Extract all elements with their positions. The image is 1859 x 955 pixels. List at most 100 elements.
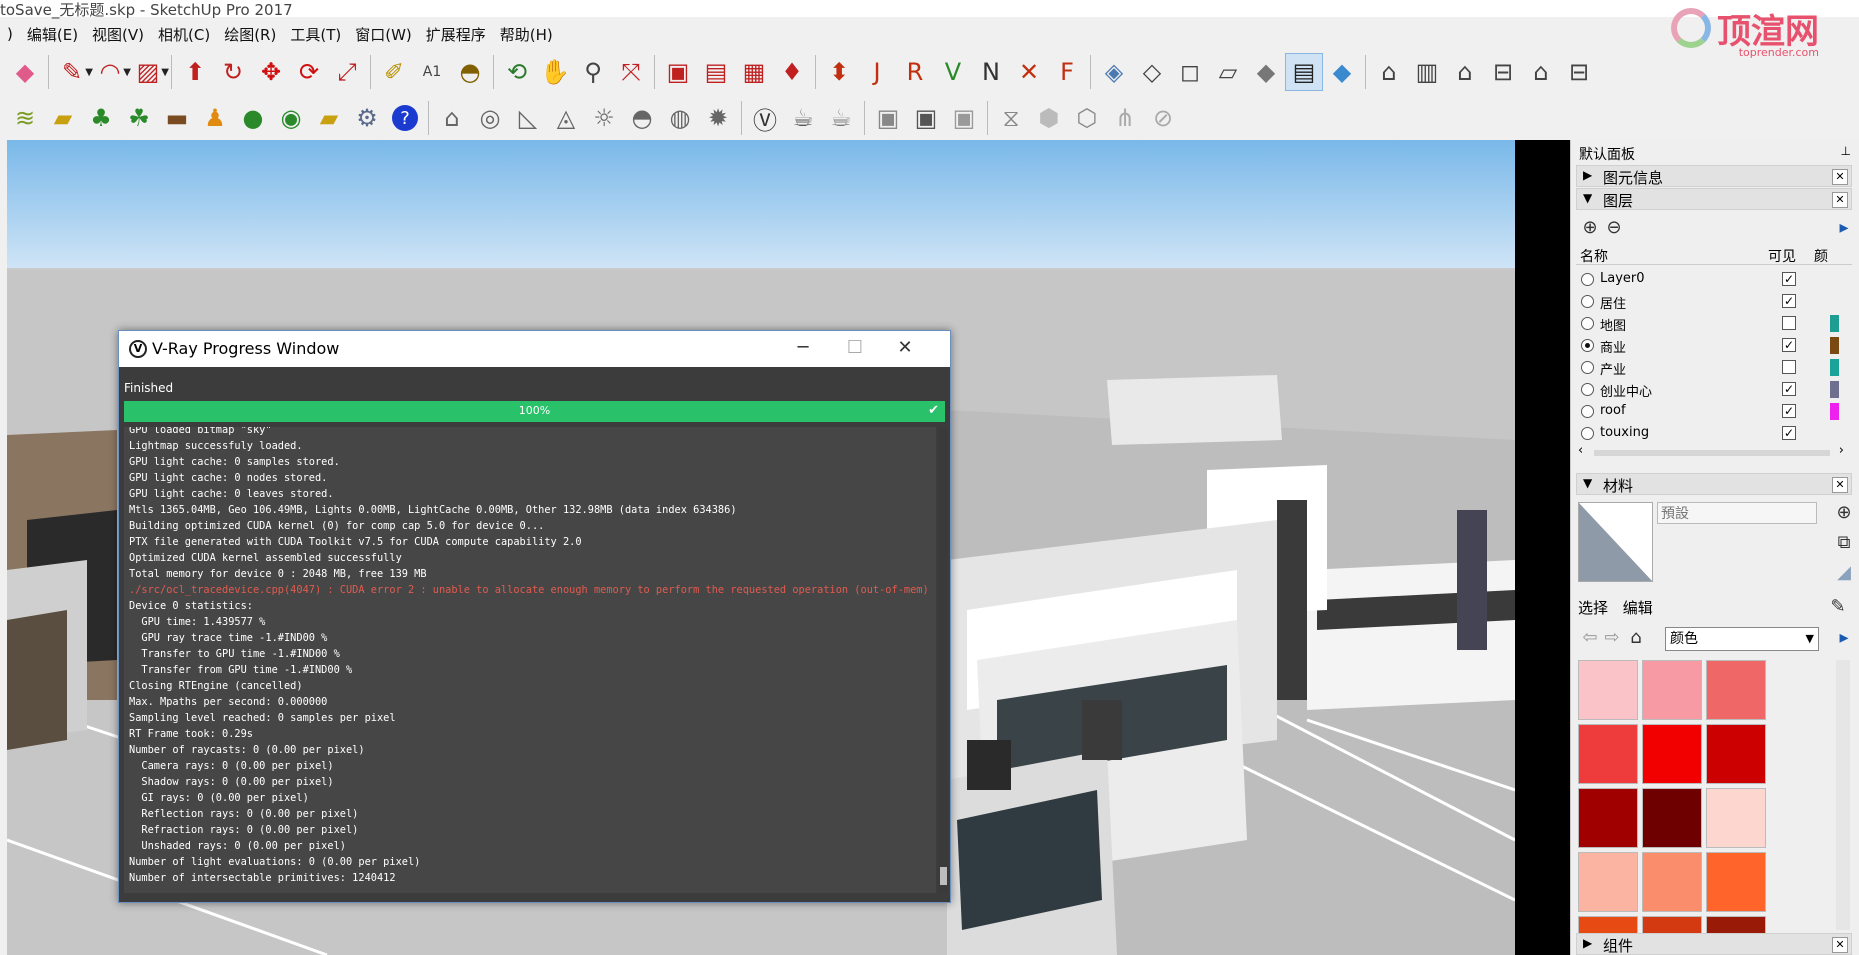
eraser-icon[interactable]: ◆ (6, 53, 44, 91)
material-swatch[interactable] (1578, 724, 1638, 784)
paint-bucket-icon[interactable]: ◓ (451, 53, 489, 91)
vray-material-icon[interactable]: ◎ (471, 99, 509, 137)
shaded-textures-icon[interactable]: ▤ (1285, 53, 1323, 91)
eyedropper-icon[interactable]: ✎ (1827, 596, 1849, 618)
menu-window[interactable]: 窗口(W) (348, 24, 419, 45)
vray-log[interactable]: GPU loaded bitmap "sky" Lightmap successf… (124, 427, 936, 893)
bench-icon[interactable]: ▬ (158, 99, 196, 137)
share-model-icon[interactable]: ▦ (735, 53, 773, 91)
forward-icon[interactable]: ⇨ (1601, 627, 1623, 649)
vray-proxy-icon[interactable]: ⬢ (1030, 99, 1068, 137)
remove-layer-icon[interactable]: ⊖ (1603, 217, 1625, 239)
add-layer-icon[interactable]: ⊕ (1579, 217, 1601, 239)
ruby-icon[interactable]: ♦ (773, 53, 811, 91)
vray-render-icon[interactable]: Ⓥ (746, 99, 784, 137)
material-swatch[interactable] (1706, 852, 1766, 912)
iso-view-icon[interactable]: ⌂ (1370, 53, 1408, 91)
right-view-icon[interactable]: ⊟ (1484, 53, 1522, 91)
model-info-icon[interactable]: ◉ (272, 99, 310, 137)
vray-sun-icon[interactable]: ✹ (699, 99, 737, 137)
plugin-j-icon[interactable]: J (858, 53, 896, 91)
pencil-icon[interactable]: ✎ ▼ (53, 53, 93, 91)
render-region-icon[interactable]: ▣ (907, 99, 945, 137)
active-layer-radio[interactable] (1581, 295, 1594, 308)
front-view-icon[interactable]: ⌂ (1446, 53, 1484, 91)
push-pull-icon[interactable]: ⬆ (176, 53, 214, 91)
settings-gear-icon[interactable]: ⚙ (348, 99, 386, 137)
material-library-icon[interactable]: ⧉ (1833, 532, 1855, 554)
zoom-icon[interactable]: ⚲ (574, 53, 612, 91)
active-layer-radio[interactable] (1581, 273, 1594, 286)
teapot-render-icon[interactable]: ☕ (784, 99, 822, 137)
vray-ies-light-icon[interactable]: ◬ (547, 99, 585, 137)
plugin-r-icon[interactable]: R (896, 53, 934, 91)
scale-icon[interactable]: ⤢ (328, 53, 366, 91)
follow-me-icon[interactable]: ↻ (214, 53, 252, 91)
home-icon[interactable]: ⌂ (1625, 627, 1647, 649)
vray-sphere-light-icon[interactable]: ◍ (661, 99, 699, 137)
layers-icon[interactable]: ≋ (6, 99, 44, 137)
layer-details-icon[interactable]: ▸ (1833, 217, 1855, 239)
minimize-icon[interactable]: ─ (783, 337, 823, 361)
menu-view[interactable]: 视图(V) (85, 24, 151, 45)
close-icon[interactable]: ✕ (1832, 169, 1848, 185)
scroll-track[interactable] (1594, 450, 1830, 456)
layer-visible-checkbox[interactable]: ✓ (1782, 382, 1796, 396)
close-icon[interactable]: ✕ (1832, 477, 1848, 493)
material-swatch[interactable] (1706, 724, 1766, 784)
text-icon[interactable]: A1 (413, 53, 451, 91)
back-view-icon[interactable]: ⌂ (1522, 53, 1560, 91)
menu-camera[interactable]: 相机(C) (151, 24, 217, 45)
create-material-icon[interactable]: ⊕ (1833, 502, 1855, 524)
arc-icon[interactable]: ◠ ▼ (91, 53, 131, 91)
plugin-n-icon[interactable]: N (972, 53, 1010, 91)
layer-color-swatch[interactable] (1830, 403, 1839, 420)
layer-visible-checkbox[interactable]: ✓ (1782, 338, 1796, 352)
lock-icon[interactable]: ▣ (945, 99, 983, 137)
scroll-right-icon[interactable]: › (1839, 443, 1844, 458)
layer-visible-checkbox[interactable]: ✓ (1782, 404, 1796, 418)
maximize-icon[interactable]: ☐ (835, 337, 875, 361)
active-layer-radio[interactable] (1581, 339, 1594, 352)
layer-row[interactable]: Layer0 ✓ (1581, 268, 1853, 290)
vray-mesh-icon[interactable]: ⬡ (1068, 99, 1106, 137)
active-layer-radio[interactable] (1581, 427, 1594, 440)
extension-warehouse-icon[interactable]: ▤ (697, 53, 735, 91)
material-swatch[interactable] (1578, 660, 1638, 720)
vray-clipper-icon[interactable]: ⊘ (1144, 99, 1182, 137)
plugin-v-icon[interactable]: V (934, 53, 972, 91)
vray-log-scroll-thumb[interactable] (940, 867, 947, 885)
interactive-render-icon[interactable]: ☕ (822, 99, 860, 137)
material-swatch[interactable] (1642, 788, 1702, 848)
entity-info-header[interactable]: ▶ 图元信息 ✕ (1576, 165, 1852, 187)
material-swatch[interactable] (1578, 852, 1638, 912)
menu-edit[interactable]: 编辑(E) (20, 24, 85, 45)
active-layer-radio[interactable] (1581, 361, 1594, 374)
layers-header[interactable]: ▼ 图层 ✕ (1576, 188, 1852, 210)
rectangle-icon[interactable]: ▨ ▼ (129, 53, 169, 91)
layer-color-swatch[interactable] (1830, 337, 1839, 354)
tape-measure-icon[interactable]: ✐ (375, 53, 413, 91)
shaded-icon[interactable]: ◆ (1247, 53, 1285, 91)
tab-edit[interactable]: 编辑 (1623, 599, 1653, 617)
warehouse-icon[interactable]: ▣ (659, 53, 697, 91)
vray-spot-light-icon[interactable]: ◺ (509, 99, 547, 137)
layer-row[interactable]: 创业中心 ✓ (1581, 378, 1853, 400)
info-globe-icon[interactable]: ● (234, 99, 272, 137)
menu-help[interactable]: 帮助(H) (493, 24, 560, 45)
vray-log-scrollbar[interactable] (939, 427, 948, 893)
active-layer-radio[interactable] (1581, 405, 1594, 418)
left-view-icon[interactable]: ⊟ (1560, 53, 1598, 91)
close-icon[interactable]: ✕ (1832, 192, 1848, 208)
move-icon[interactable]: ✥ (252, 53, 290, 91)
rotate-icon[interactable]: ⟳ (290, 53, 328, 91)
layer-row[interactable]: roof ✓ (1581, 400, 1853, 422)
plugin-a-icon[interactable]: ⬍ (820, 53, 858, 91)
active-layer-radio[interactable] (1581, 317, 1594, 330)
layer-row[interactable]: 居住 ✓ (1581, 290, 1853, 312)
layer-color-swatch[interactable] (1830, 359, 1839, 376)
plugin-f-icon[interactable]: F (1048, 53, 1086, 91)
hidden-line-icon[interactable]: ▱ (1209, 53, 1247, 91)
layer-row[interactable]: 商业 ✓ (1581, 334, 1853, 356)
layer-row[interactable]: 产业 (1581, 356, 1853, 378)
